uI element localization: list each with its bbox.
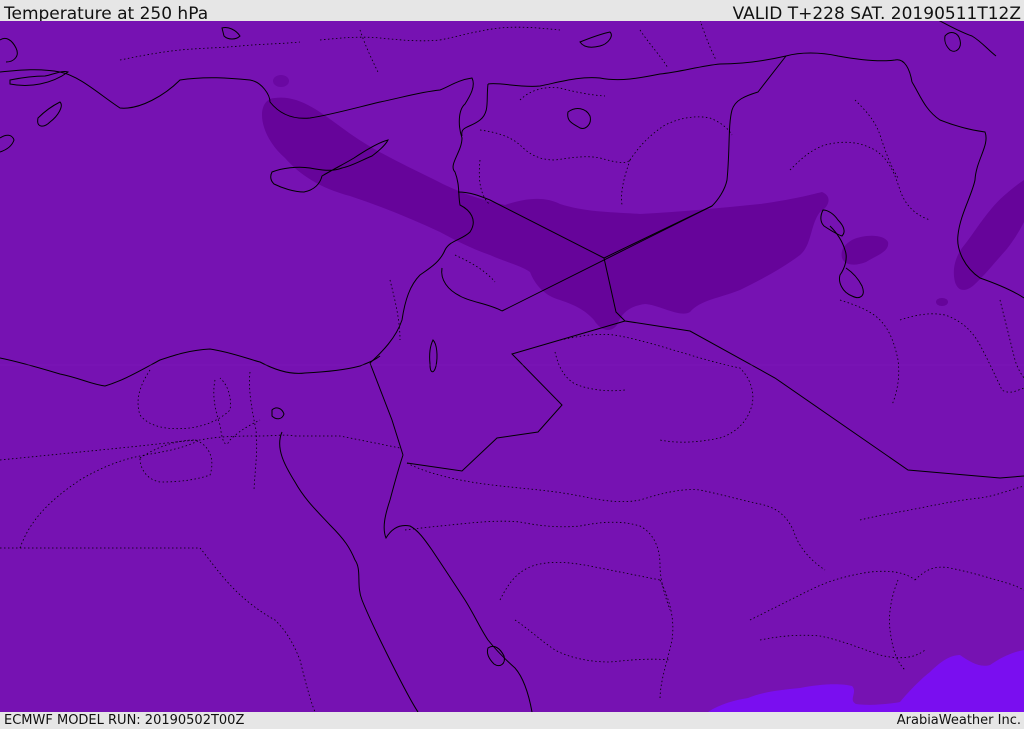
map-canvas (0, 21, 1024, 712)
cold-spot-small (936, 298, 948, 306)
temperature-base-field (0, 21, 1024, 712)
map-area (0, 21, 1024, 712)
header-bar: Temperature at 250 hPa VALID T+228 SAT. … (0, 0, 1024, 24)
footer-bar: ECMWF MODEL RUN: 20190502T00Z ArabiaWeat… (0, 712, 1024, 729)
weather-map-page: Temperature at 250 hPa VALID T+228 SAT. … (0, 0, 1024, 729)
credit-label: ArabiaWeather Inc. (896, 713, 1021, 728)
model-run-label: ECMWF MODEL RUN: 20190502T00Z (4, 713, 245, 728)
cold-spot-north (273, 75, 289, 87)
